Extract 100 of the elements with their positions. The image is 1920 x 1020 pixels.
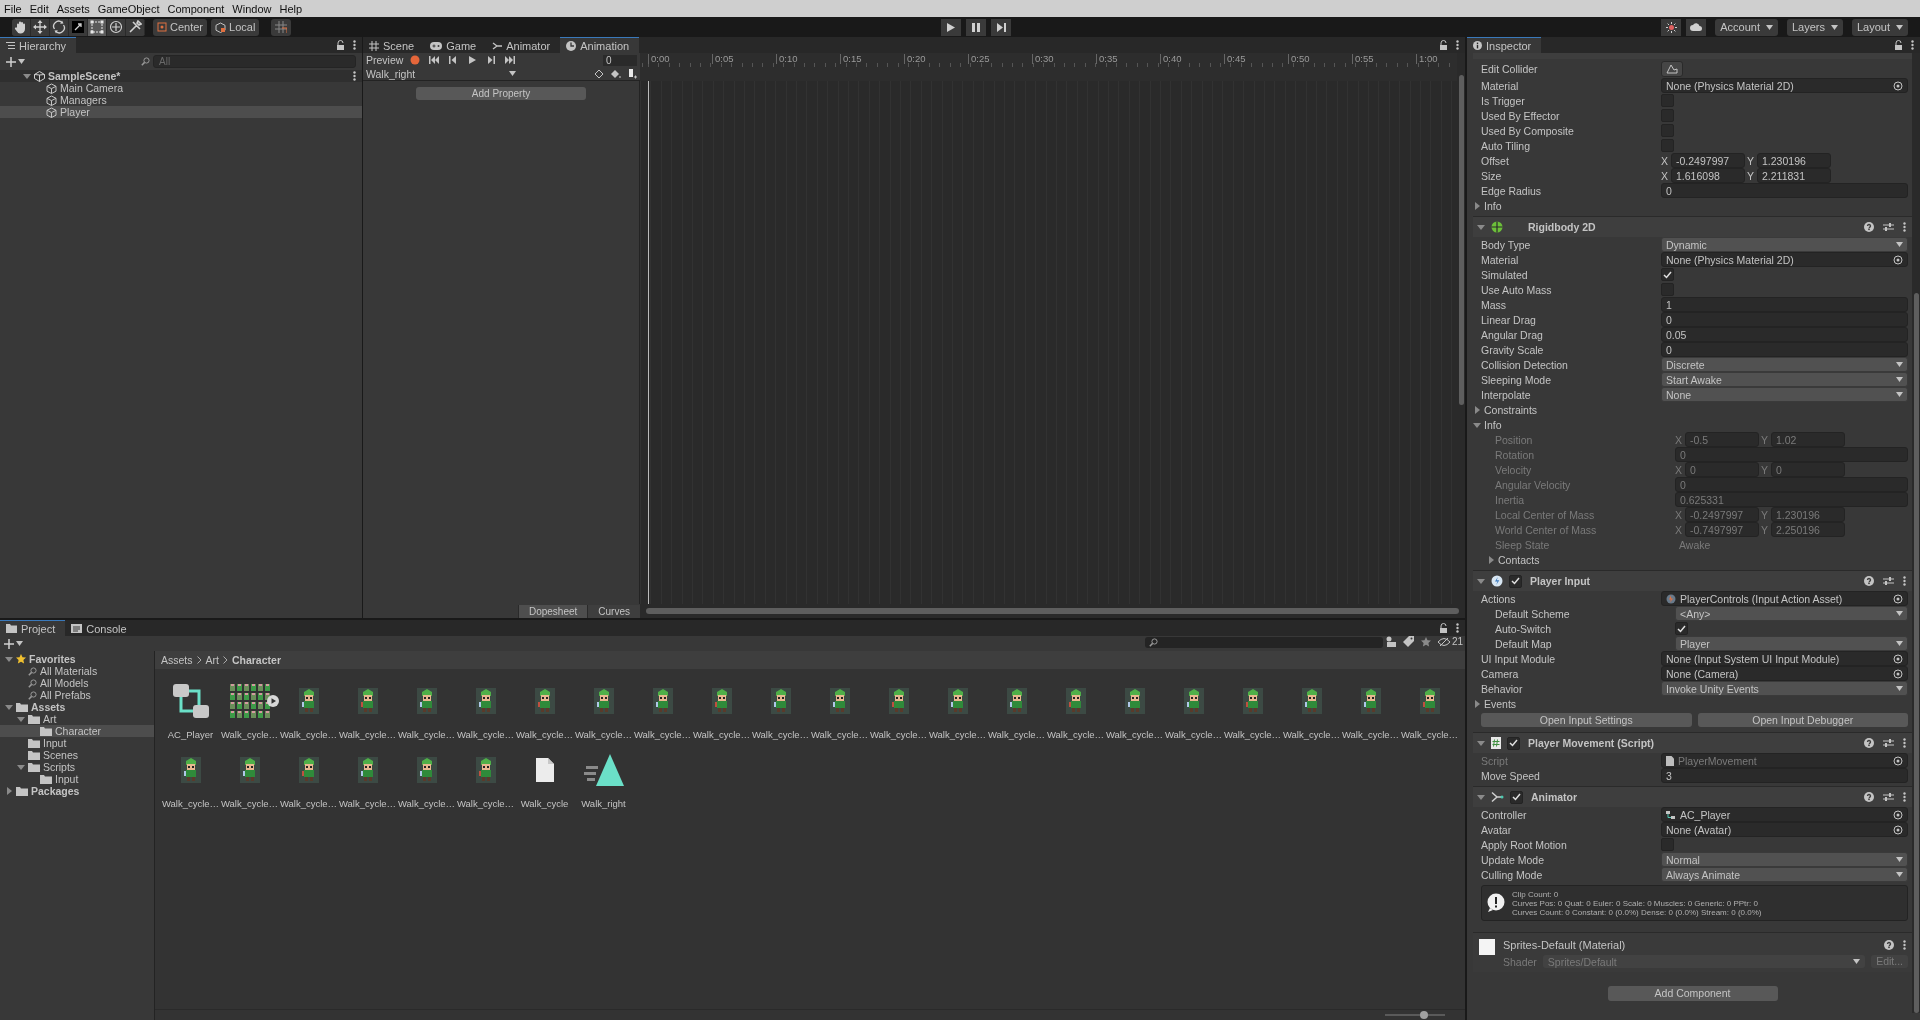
view-tab[interactable]: Curves: [587, 604, 640, 618]
pivot-button[interactable]: Center: [153, 18, 208, 36]
asset-label[interactable]: Walk_cycle…: [810, 729, 869, 740]
panel-tab[interactable]: Game: [424, 38, 487, 53]
asset-label[interactable]: Walk_cycle…: [397, 729, 456, 740]
asset-label[interactable]: Walk_cycle…: [1164, 729, 1223, 740]
object-field[interactable]: None (Physics Material 2D): [1661, 252, 1908, 267]
asset-label[interactable]: Walk_cycle…: [751, 729, 810, 740]
panel-tab[interactable]: Console: [65, 621, 137, 636]
hidden-count[interactable]: 21: [1437, 636, 1463, 647]
tree-item[interactable]: Art: [0, 713, 154, 725]
number-field[interactable]: -0.2497997: [1671, 153, 1745, 168]
asset-label[interactable]: Walk_cycle…: [338, 798, 397, 809]
object-field[interactable]: None (Camera): [1661, 666, 1908, 681]
asset-label[interactable]: Walk_cycle…: [1341, 729, 1400, 740]
asset-label[interactable]: Walk_cycle…: [338, 729, 397, 740]
dropdown[interactable]: Always Animate: [1661, 867, 1908, 882]
tree-item[interactable]: SampleScene*: [0, 70, 362, 82]
tree-item[interactable]: Packages: [0, 785, 154, 797]
dropdown[interactable]: <Any>: [1675, 606, 1908, 621]
tree-item[interactable]: Main Camera: [0, 82, 362, 94]
tree-item[interactable]: Scripts: [0, 761, 154, 773]
panel-tab[interactable]: Animation: [560, 37, 640, 53]
dropdown[interactable]: Normal: [1661, 852, 1908, 867]
asset-label[interactable]: Walk_cycle…: [1046, 729, 1105, 740]
asset-label[interactable]: Walk_cycle…: [456, 729, 515, 740]
menu-item[interactable]: Assets: [52, 2, 94, 15]
tree-item[interactable]: Favorites: [0, 653, 154, 665]
asset-label[interactable]: Walk_cycle…: [220, 729, 279, 740]
asset-label[interactable]: Walk_cycle…: [220, 798, 279, 809]
number-field[interactable]: 2.211831: [1757, 168, 1831, 183]
panel-tab[interactable]: Hierarchy: [0, 37, 77, 53]
tree-item[interactable]: Player: [0, 106, 362, 118]
asset-label[interactable]: Walk_cycle…: [515, 729, 574, 740]
toolbar-dropdown[interactable]: Layers: [1786, 18, 1843, 36]
tree-item[interactable]: Input: [0, 737, 154, 749]
add-component-button[interactable]: Add Component: [1607, 986, 1778, 1001]
tree-item[interactable]: Scenes: [0, 749, 154, 761]
add-property-button[interactable]: Add Property: [416, 87, 586, 100]
number-field[interactable]: 0: [1661, 183, 1908, 198]
menu-item[interactable]: GameObject: [93, 2, 164, 15]
dropdown[interactable]: Player: [1675, 636, 1908, 651]
asset-label[interactable]: Walk_cycle…: [987, 729, 1046, 740]
number-field[interactable]: 0: [1661, 312, 1908, 327]
asset-label[interactable]: Walk_cycle…: [1223, 729, 1282, 740]
foldout[interactable]: Info: [1473, 418, 1653, 431]
asset-label[interactable]: Walk_right: [581, 798, 626, 809]
panel-tab[interactable]: Inspector: [1467, 37, 1542, 53]
asset-label[interactable]: Walk_cycle…: [279, 729, 338, 740]
asset-label[interactable]: AC_Player: [167, 729, 214, 740]
foldout[interactable]: Constraints: [1473, 403, 1653, 416]
action-button[interactable]: Open Input Debugger: [1697, 713, 1908, 727]
asset-label[interactable]: Walk_cycle…: [869, 729, 928, 740]
asset-label[interactable]: Walk_cycle…: [1400, 729, 1459, 740]
asset-label[interactable]: Walk_cycle…: [279, 798, 338, 809]
clip-dropdown[interactable]: Walk_right: [366, 67, 516, 80]
number-field[interactable]: 0.05: [1661, 327, 1908, 342]
dropdown[interactable]: Discrete: [1661, 357, 1908, 372]
asset-label[interactable]: Walk_cycle…: [928, 729, 987, 740]
tree-item[interactable]: Assets: [0, 701, 154, 713]
panel-tab[interactable]: Animator: [486, 38, 561, 53]
breadcrumb-item[interactable]: Character: [231, 654, 281, 666]
preview-toggle[interactable]: Preview: [366, 54, 404, 66]
breadcrumb-item[interactable]: Art: [205, 654, 219, 666]
number-field[interactable]: 3: [1661, 768, 1908, 783]
tree-item[interactable]: All Models: [0, 677, 154, 689]
tree-item[interactable]: All Materials: [0, 665, 154, 677]
foldout[interactable]: Contacts: [1473, 553, 1667, 566]
dropdown[interactable]: Invoke Unity Events: [1661, 681, 1908, 696]
frame-field[interactable]: 0: [603, 54, 637, 66]
dropdown[interactable]: Start Awake: [1661, 372, 1908, 387]
foldout[interactable]: Events: [1473, 697, 1653, 710]
action-button[interactable]: Open Input Settings: [1481, 713, 1692, 727]
toolbar-dropdown[interactable]: Layout: [1852, 18, 1908, 36]
tree-item[interactable]: Character: [0, 725, 154, 737]
breadcrumb-item[interactable]: Assets: [161, 654, 193, 666]
foldout[interactable]: Info: [1473, 199, 1653, 212]
menu-item[interactable]: Component: [163, 2, 229, 15]
object-field[interactable]: PlayerControls (Input Action Asset): [1661, 591, 1908, 606]
asset-label[interactable]: Walk_cycle…: [633, 729, 692, 740]
asset-label[interactable]: Walk_cycle…: [161, 798, 220, 809]
search-field[interactable]: All: [153, 55, 356, 68]
asset-label[interactable]: Walk_cycle…: [1105, 729, 1164, 740]
view-tab[interactable]: Dopesheet: [517, 604, 588, 618]
panel-tab[interactable]: Scene: [363, 38, 425, 53]
menu-item[interactable]: File: [0, 2, 26, 15]
asset-label[interactable]: Walk_cycle…: [456, 798, 515, 809]
object-field[interactable]: AC_Player: [1661, 807, 1908, 822]
number-field[interactable]: 0: [1661, 342, 1908, 357]
menu-item[interactable]: Help: [275, 2, 307, 15]
menu-item[interactable]: Edit: [25, 2, 53, 15]
tree-item[interactable]: Managers: [0, 94, 362, 106]
asset-label[interactable]: Walk_cycle…: [397, 798, 456, 809]
object-field[interactable]: None (Physics Material 2D): [1661, 78, 1908, 93]
object-field[interactable]: None (Input System UI Input Module): [1661, 651, 1908, 666]
asset-label[interactable]: Walk_cycle…: [692, 729, 751, 740]
dropdown[interactable]: None: [1661, 387, 1908, 402]
toolbar-dropdown[interactable]: Account: [1715, 18, 1778, 36]
asset-label[interactable]: Walk_cycle…: [574, 729, 633, 740]
panel-tab[interactable]: Project: [0, 620, 66, 636]
